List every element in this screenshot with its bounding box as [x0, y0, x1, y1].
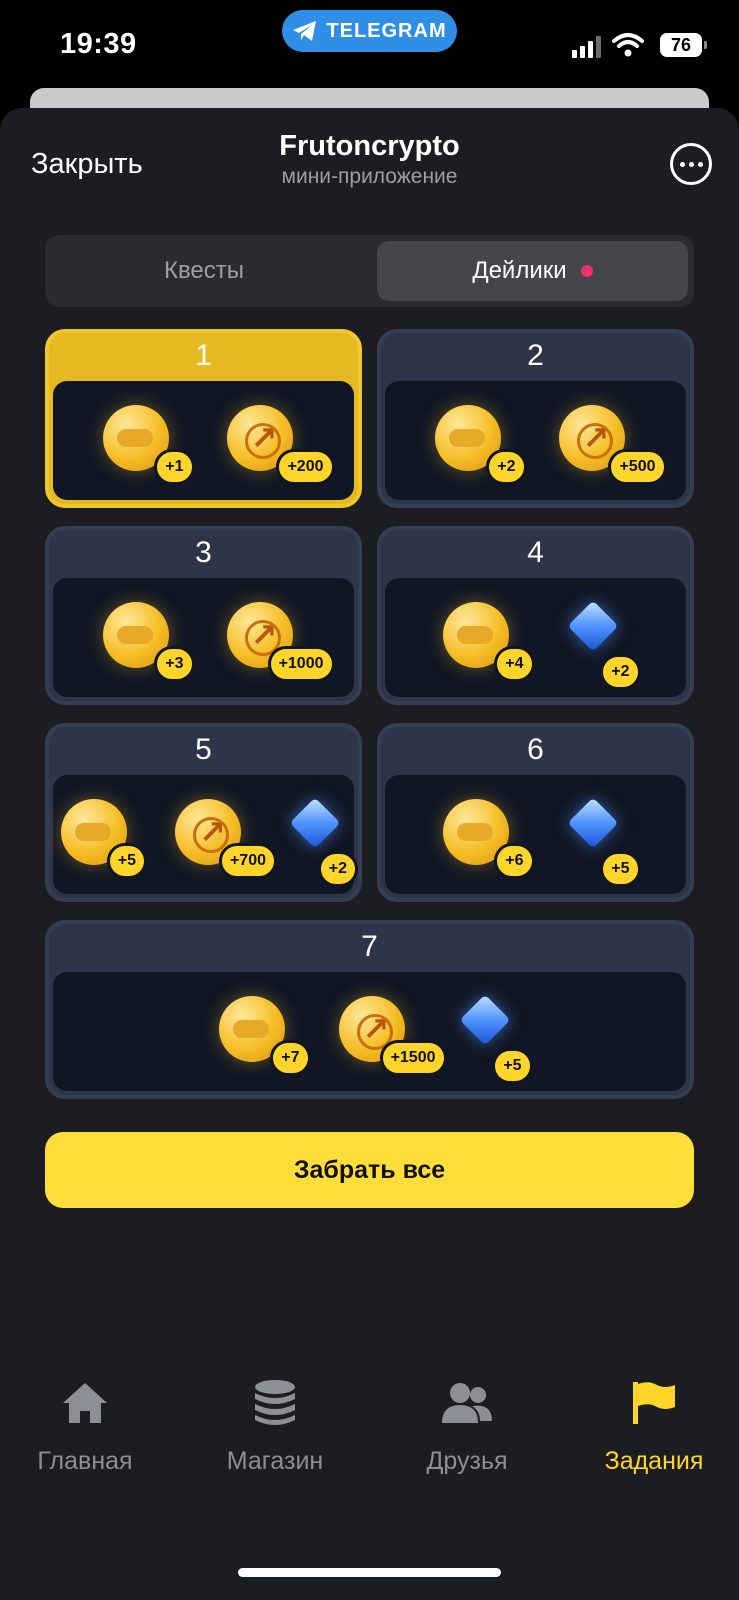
reward-amount-badge: +1000 [267, 645, 335, 682]
reward-panel: +2 ↗ +500 [385, 381, 686, 500]
tab-quests[interactable]: Квесты [51, 241, 357, 301]
reward-amount-badge: +5 [106, 842, 147, 879]
more-dot-icon [688, 161, 694, 167]
reward-amount-badge: +6 [494, 842, 535, 879]
more-dot-icon [697, 161, 703, 167]
reward-amount-badge: +5 [492, 1047, 533, 1084]
gem-icon [459, 994, 510, 1045]
more-options-button[interactable] [670, 143, 712, 185]
day-number: 6 [527, 733, 544, 766]
crypto-coin-reward: ↗ +200 [219, 397, 335, 485]
signal-icon [572, 36, 601, 58]
reward-panel: +4 +2 [385, 578, 686, 697]
mini-app-sheet: Закрыть Frutoncrypto мини-приложение Кве… [0, 108, 739, 1600]
more-dot-icon [679, 161, 685, 167]
reward-amount-badge: +2 [600, 653, 641, 690]
home-icon [63, 1383, 107, 1423]
daily-reward-card[interactable]: 7 +7 ↗ +1500 +5 [45, 920, 694, 1099]
gem-reward: +2 [281, 791, 359, 887]
battery-icon: 76 [660, 33, 707, 57]
nav-label-friends: Друзья [426, 1447, 508, 1475]
nav-label-home: Главная [37, 1447, 133, 1475]
status-bar: 19:39 TELEGRAM 76 [0, 0, 739, 100]
reward-panel: +3 ↗ +1000 [53, 578, 354, 697]
gem-reward: +2 [559, 594, 641, 690]
claim-all-button[interactable]: Забрать все [45, 1132, 694, 1208]
daily-reward-card[interactable]: 2 +2 ↗ +500 [377, 329, 694, 508]
battery-level: 76 [670, 34, 692, 55]
notification-dot [580, 265, 593, 277]
game-coin-reward: +4 [435, 594, 535, 682]
telegram-icon [293, 21, 317, 41]
gem-reward: +5 [559, 791, 641, 887]
day-number: 1 [195, 339, 212, 372]
nav-item-tasks[interactable]: Задания [569, 1373, 739, 1476]
crypto-coin-reward: ↗ +500 [551, 397, 667, 485]
daily-reward-card[interactable]: 6 +6 +5 [377, 723, 694, 902]
reward-amount-badge: +500 [608, 448, 667, 485]
game-coin-reward: +1 [95, 397, 195, 485]
daily-reward-card[interactable]: 5 +5 ↗ +700 +2 [45, 723, 362, 902]
gem-reward: +5 [451, 988, 533, 1084]
app-subtitle: мини-приложение [281, 165, 458, 188]
day-number: 5 [195, 733, 212, 766]
crypto-coin-reward: ↗ +700 [167, 791, 277, 879]
friends-icon [442, 1383, 492, 1423]
reward-amount-badge: +1500 [379, 1039, 447, 1076]
gem-icon [567, 600, 618, 651]
game-coin-reward: +6 [435, 791, 535, 879]
status-time: 19:39 [60, 28, 137, 60]
nav-label-shop: Магазин [226, 1447, 324, 1475]
reward-amount-badge: +2 [486, 448, 527, 485]
tab-dailies[interactable]: Дейлики [377, 241, 688, 301]
day-number: 7 [361, 930, 378, 963]
arrow-icon: ↗ [250, 419, 278, 456]
nav-label-tasks: Задания [604, 1447, 704, 1475]
crypto-coin-reward: ↗ +1000 [219, 594, 335, 682]
telegram-pill-label: TELEGRAM [326, 19, 447, 42]
bottom-navigation: Главная Магазин Друзья Задания [0, 1373, 739, 1493]
tab-quests-label: Квесты [163, 257, 245, 284]
reward-panel: +6 +5 [385, 775, 686, 894]
nav-item-shop[interactable]: Магазин [190, 1373, 360, 1476]
day-number: 2 [527, 339, 544, 372]
tab-dailies-label: Дейлики [472, 257, 567, 284]
day-number: 4 [527, 536, 544, 569]
reward-panel: +1 ↗ +200 [53, 381, 354, 500]
reward-amount-badge: +700 [218, 842, 277, 879]
reward-amount-badge: +3 [154, 645, 195, 682]
coins-stack-icon [255, 1380, 295, 1425]
app-title: Frutoncrypto [279, 130, 460, 162]
reward-amount-badge: +5 [600, 850, 641, 887]
game-coin-reward: +2 [427, 397, 527, 485]
reward-panel: +5 ↗ +700 +2 [53, 775, 359, 894]
game-coin-reward: +5 [53, 791, 147, 879]
reward-amount-badge: +1 [154, 448, 195, 485]
tabs-switcher: Квесты Дейлики [45, 235, 694, 307]
daily-reward-card[interactable]: 4 +4 +2 [377, 526, 694, 705]
wifi-icon [612, 33, 644, 57]
game-coin-reward: +7 [211, 988, 311, 1076]
reward-amount-badge: +4 [494, 645, 535, 682]
home-indicator [238, 1568, 501, 1577]
daily-reward-card[interactable]: 1 +1 ↗ +200 [45, 329, 362, 508]
day-number: 3 [195, 536, 212, 569]
arrow-icon: ↗ [582, 419, 610, 456]
reward-amount-badge: +2 [317, 850, 359, 887]
nav-item-home[interactable]: Главная [0, 1373, 170, 1476]
flag-icon [633, 1382, 675, 1424]
reward-panel: +7 ↗ +1500 +5 [53, 972, 686, 1091]
arrow-icon: ↗ [199, 813, 226, 850]
arrow-icon: ↗ [362, 1010, 390, 1047]
gem-icon [289, 797, 341, 848]
game-coin-reward: +3 [95, 594, 195, 682]
reward-amount-badge: +200 [276, 448, 335, 485]
gem-icon [567, 797, 618, 848]
reward-amount-badge: +7 [270, 1039, 311, 1076]
daily-reward-card[interactable]: 3 +3 ↗ +1000 [45, 526, 362, 705]
nav-item-friends[interactable]: Друзья [382, 1373, 552, 1476]
arrow-icon: ↗ [250, 616, 278, 653]
telegram-pill[interactable]: TELEGRAM [282, 10, 457, 52]
crypto-coin-reward: ↗ +1500 [331, 988, 447, 1076]
